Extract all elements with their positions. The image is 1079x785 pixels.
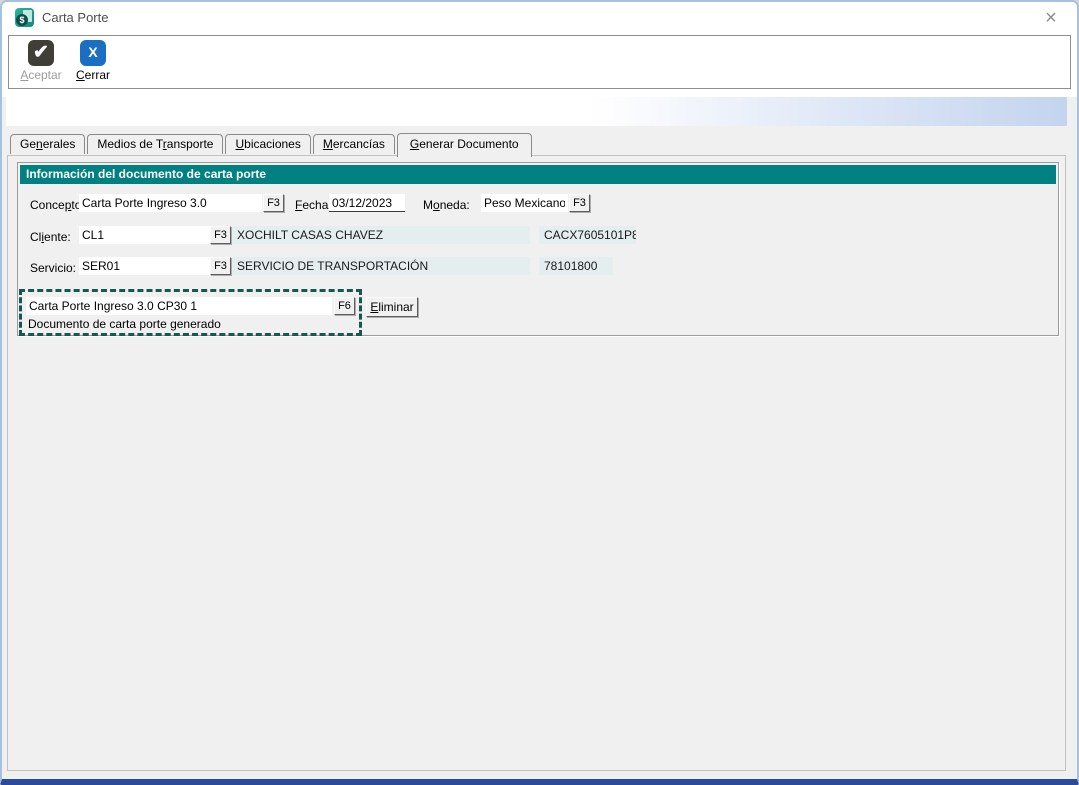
aceptar-label: Aceptar xyxy=(15,68,67,82)
cliente-label: Cliente: xyxy=(30,228,71,246)
carta-porte-window: $ Carta Porte × ✔ Aceptar X Cerrar Gener… xyxy=(0,0,1079,785)
aceptar-button[interactable]: ✔ Aceptar xyxy=(15,40,67,86)
servicio-clave-readonly: 78101800 xyxy=(539,257,613,275)
tab-generar-documento[interactable]: Generar Documento xyxy=(397,133,532,157)
cerrar-button[interactable]: X Cerrar xyxy=(67,40,119,86)
documento-f6-button[interactable]: F6 xyxy=(334,297,355,315)
app-icon: $ xyxy=(15,8,34,27)
servicio-f3-button[interactable]: F3 xyxy=(210,257,231,275)
fecha-input[interactable] xyxy=(329,194,405,212)
documento-status-text: Documento de carta porte generado xyxy=(28,317,221,331)
tab-generales[interactable]: Generales xyxy=(10,134,85,154)
moneda-input[interactable] xyxy=(481,194,568,212)
app-icon-dollar: $ xyxy=(16,14,28,26)
servicio-label: Servicio: xyxy=(30,259,76,277)
cliente-nombre-readonly: XOCHILT CASAS CHAVEZ xyxy=(232,226,530,244)
eliminar-button[interactable]: Eliminar xyxy=(366,297,418,317)
tab-mercancias[interactable]: Mercancías xyxy=(313,134,395,154)
check-icon: ✔ xyxy=(28,40,54,66)
moneda-f3-button[interactable]: F3 xyxy=(569,194,590,212)
servicio-input[interactable] xyxy=(79,257,211,275)
fecha-label: Fecha: xyxy=(295,196,332,214)
documento-generado-input[interactable] xyxy=(26,297,332,315)
concepto-f3-button[interactable]: F3 xyxy=(263,194,284,212)
titlebar: $ Carta Porte × xyxy=(2,2,1077,33)
servicio-nombre-readonly: SERVICIO DE TRANSPORTACIÓN xyxy=(232,257,530,275)
cerrar-label: Cerrar xyxy=(67,68,119,82)
window-title: Carta Porte xyxy=(42,10,108,25)
toolbar: ✔ Aceptar X Cerrar xyxy=(8,35,1071,89)
cliente-f3-button[interactable]: F3 xyxy=(210,226,231,244)
tab-ubicaciones[interactable]: Ubicaciones xyxy=(225,134,310,154)
x-icon: X xyxy=(80,40,106,66)
highlight-dashed-box: F6 Documento de carta porte generado xyxy=(19,289,362,336)
cliente-rfc-readonly: CACX7605101P8 xyxy=(539,226,636,244)
close-icon[interactable]: × xyxy=(1039,6,1063,30)
generar-documento-panel: Información del documento de carta porte… xyxy=(7,155,1066,771)
documento-groupbox: Información del documento de carta porte… xyxy=(17,162,1059,336)
concepto-label: Concepto: xyxy=(30,196,85,214)
moneda-label: Moneda: xyxy=(423,196,470,214)
cliente-input[interactable] xyxy=(79,226,211,244)
section-header: Información del documento de carta porte xyxy=(20,165,1056,184)
gradient-band xyxy=(6,97,1067,126)
concepto-input[interactable] xyxy=(79,194,262,212)
tab-medios-de-transporte[interactable]: Medios de Transporte xyxy=(87,134,223,154)
tab-bar: Generales Medios de Transporte Ubicacion… xyxy=(10,132,534,156)
